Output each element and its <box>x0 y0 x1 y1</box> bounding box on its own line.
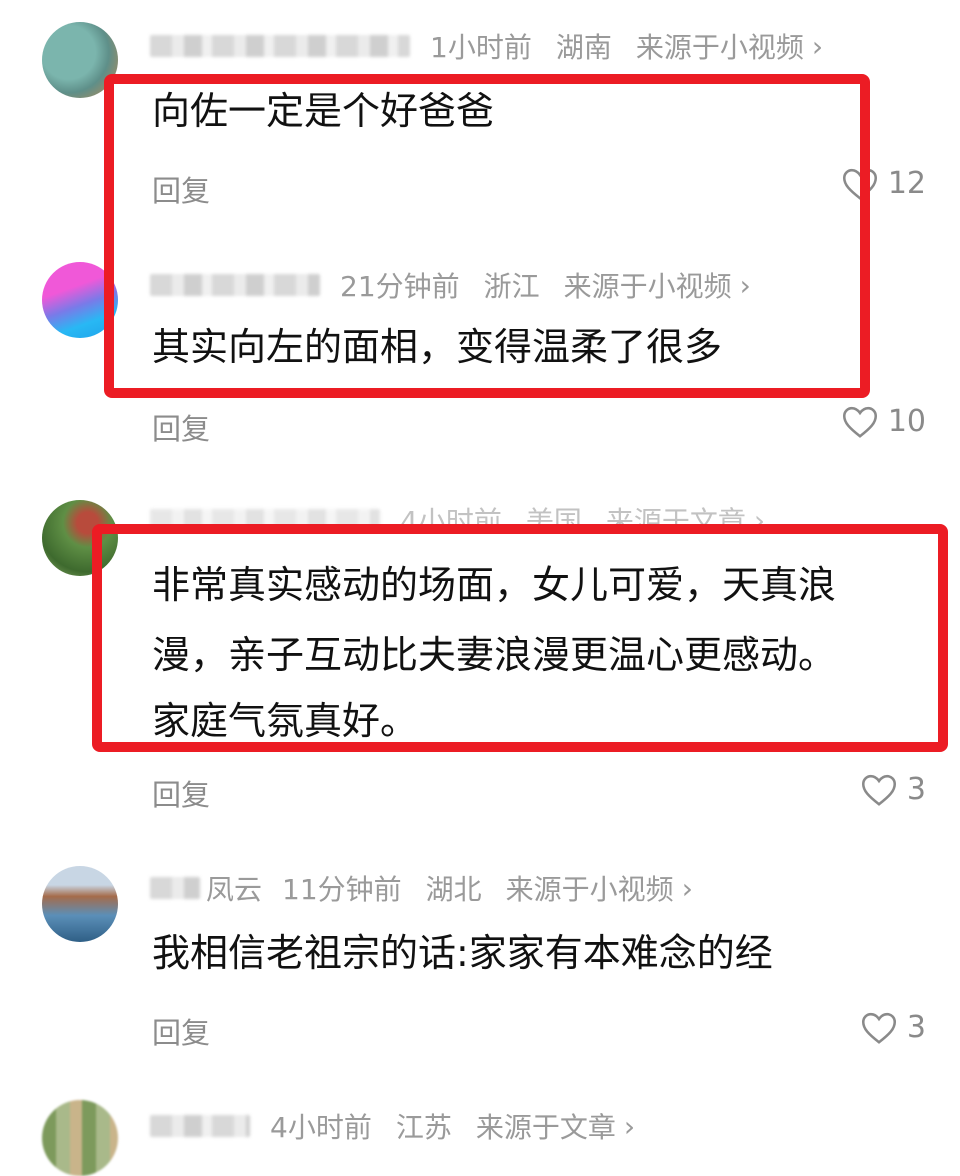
reply-button[interactable]: 回复 <box>152 168 210 210</box>
comment-meta: 1小时前 湖南 来源于小视频 › <box>150 26 823 66</box>
comment-region: 江苏 <box>395 1111 452 1144</box>
comment-time: 11分钟前 <box>282 873 402 906</box>
like-count: 3 <box>906 1010 926 1045</box>
reply-button[interactable]: 回复 <box>152 772 210 814</box>
comment-time: 4小时前 <box>270 1111 372 1144</box>
avatar[interactable] <box>42 22 118 98</box>
chevron-right-icon[interactable]: › <box>754 504 765 537</box>
chevron-right-icon[interactable]: › <box>682 872 693 905</box>
comment-text-line: 漫，亲子互动比夫妻浪漫更温心更感动。 <box>152 633 837 677</box>
avatar[interactable] <box>42 262 118 338</box>
like-count: 12 <box>887 166 926 201</box>
comment-region: 美国 <box>525 505 582 538</box>
like-button[interactable]: 10 <box>842 404 926 439</box>
comment-region: 湖北 <box>425 873 482 906</box>
reply-button[interactable]: 回复 <box>152 1010 210 1052</box>
comment-meta: 21分钟前 浙江 来源于小视频 › <box>150 265 751 305</box>
comment-source[interactable]: 来源于小视频 <box>564 265 732 305</box>
comment-text: 我相信老祖宗的话:家家有本难念的经 <box>152 931 773 975</box>
comment-source[interactable]: 来源于小视频 <box>506 868 674 908</box>
comment-region: 浙江 <box>483 270 540 303</box>
avatar[interactable] <box>42 500 118 576</box>
comment-text-line: 非常真实感动的场面，女儿可爱，天真浪 <box>152 563 837 607</box>
comment-region: 湖南 <box>555 31 612 64</box>
comment-meta: 4小时前 江苏 来源于文章 › <box>150 1106 635 1146</box>
username-blurred[interactable] <box>150 1115 250 1137</box>
comment-text-line: 家庭气氛真好。 <box>152 699 419 743</box>
username-blurred[interactable] <box>150 35 410 57</box>
comment-source[interactable]: 来源于文章 <box>606 500 746 540</box>
avatar[interactable] <box>42 866 118 942</box>
chevron-right-icon[interactable]: › <box>812 30 823 63</box>
chevron-right-icon[interactable]: › <box>740 269 751 302</box>
username-blurred[interactable] <box>150 877 200 899</box>
like-count: 3 <box>906 772 926 807</box>
like-count: 10 <box>887 404 926 439</box>
username-blurred[interactable] <box>150 509 380 531</box>
like-button[interactable]: 3 <box>861 772 926 807</box>
comment-source[interactable]: 来源于小视频 <box>636 26 804 66</box>
like-button[interactable]: 12 <box>842 166 926 201</box>
comment-meta: 4小时前 美国 来源于文章 › <box>150 500 765 540</box>
chevron-right-icon[interactable]: › <box>624 1110 635 1143</box>
comment-meta: 凤云 11分钟前 湖北 来源于小视频 › <box>150 868 693 908</box>
heart-icon <box>861 774 896 806</box>
heart-icon <box>861 1012 896 1044</box>
comment-text: 向佐一定是个好爸爸 <box>152 89 495 133</box>
heart-icon <box>842 406 877 438</box>
comment-time: 1小时前 <box>430 31 532 64</box>
reply-button[interactable]: 回复 <box>152 406 210 448</box>
heart-icon <box>842 168 877 200</box>
comment-source[interactable]: 来源于文章 <box>476 1106 616 1146</box>
username-partial[interactable]: 凤云 <box>206 868 262 908</box>
comment-time: 4小时前 <box>400 505 502 538</box>
username-blurred[interactable] <box>150 274 320 296</box>
comment-time: 21分钟前 <box>340 270 460 303</box>
comment-text: 其实向左的面相，变得温柔了很多 <box>152 325 723 369</box>
like-button[interactable]: 3 <box>861 1010 926 1045</box>
